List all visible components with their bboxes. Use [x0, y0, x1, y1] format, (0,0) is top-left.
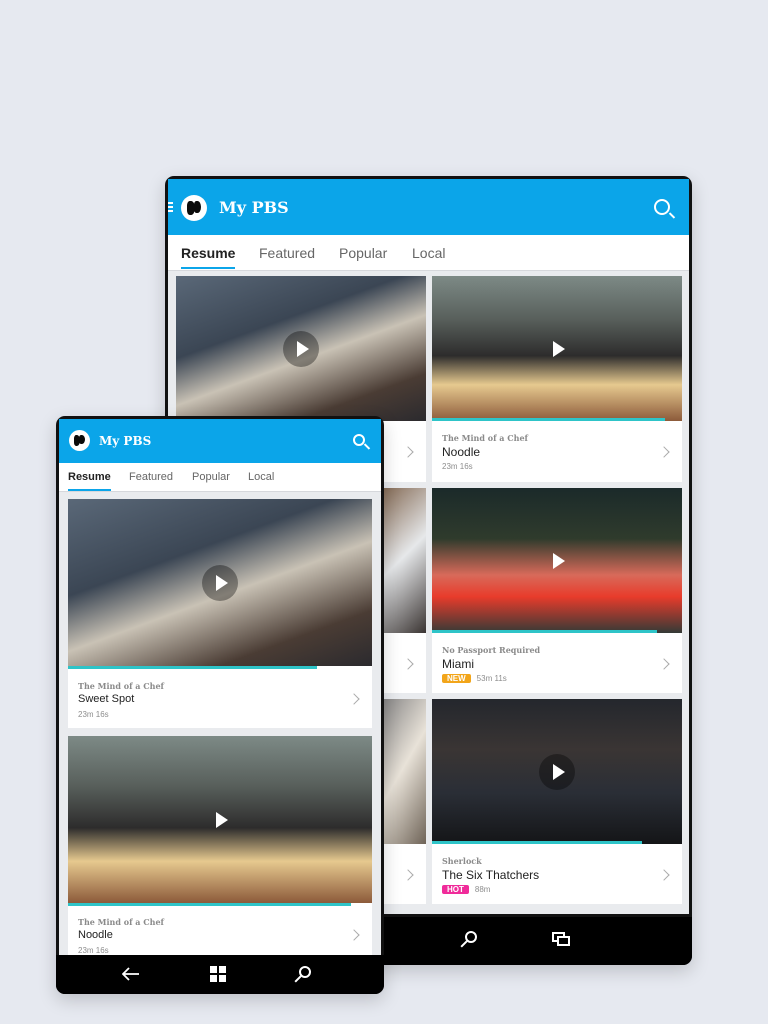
play-icon [216, 574, 228, 591]
chevron-right-icon [658, 446, 670, 458]
video-thumbnail [68, 499, 372, 666]
video-card[interactable]: The Mind of a Chef Noodle 23m 16s [432, 276, 682, 482]
search-icon[interactable] [654, 199, 670, 215]
show-name: The Mind of a Chef [442, 433, 528, 443]
episode-duration: 53m 11s [476, 674, 507, 683]
episode-duration: 88m [474, 885, 491, 894]
windows-start-icon[interactable] [210, 966, 226, 982]
app-header: My PBS [168, 179, 689, 235]
show-name: No Passport Required [442, 645, 541, 655]
episode-meta: HOT 88m [442, 885, 490, 894]
tab-bar: Resume Featured Popular Local [168, 235, 689, 271]
tab-bar: Resume Featured Popular Local [59, 463, 381, 492]
video-card[interactable]: Sherlock The Six Thatchers HOT 88m [432, 699, 682, 904]
app-title: My PBS [219, 198, 289, 217]
video-card[interactable]: The Mind of a Chef Noodle 23m 16s [68, 736, 372, 955]
show-name: The Mind of a Chef [78, 917, 164, 927]
app-title: My PBS [99, 434, 152, 448]
tab-popular[interactable]: Popular [339, 245, 387, 261]
episode-duration: 23m 16s [78, 946, 109, 955]
play-button[interactable] [202, 564, 238, 601]
watch-progress-bar [68, 903, 351, 906]
video-thumbnail [432, 699, 682, 844]
task-view-icon[interactable] [552, 932, 570, 946]
search-icon[interactable] [465, 931, 477, 943]
play-icon[interactable] [216, 811, 228, 828]
episode-duration: 23m 16s [442, 462, 473, 471]
tab-featured[interactable]: Featured [259, 245, 315, 261]
episode-title: The Six Thatchers [442, 868, 540, 882]
search-icon[interactable] [353, 434, 365, 446]
video-thumbnail [432, 276, 682, 421]
play-icon [297, 340, 309, 357]
chevron-right-icon [402, 869, 414, 881]
episode-title: Noodle [442, 445, 481, 459]
pbs-logo-icon [69, 430, 90, 451]
episode-title: Noodle [78, 929, 113, 941]
chevron-right-icon [402, 446, 414, 458]
hot-badge: HOT [442, 885, 469, 894]
chevron-right-icon [402, 658, 414, 670]
phone-screen: My PBS Resume Featured Popular Local The… [59, 419, 381, 955]
search-icon[interactable] [299, 966, 311, 978]
tab-local[interactable]: Local [412, 245, 445, 261]
watch-progress-bar [432, 418, 665, 421]
episode-duration: 23m 16s [78, 710, 109, 719]
show-name: The Mind of a Chef [78, 681, 164, 691]
tab-local[interactable]: Local [248, 471, 274, 483]
chevron-right-icon [348, 929, 360, 941]
tab-resume[interactable]: Resume [68, 471, 111, 491]
video-card[interactable]: The Mind of a Chef Sweet Spot 23m 16s [68, 499, 372, 728]
system-nav-bar [56, 955, 384, 994]
chevron-right-icon [348, 693, 360, 705]
episode-meta: NEW 53m 11s [442, 674, 507, 683]
video-card[interactable]: No Passport Required Miami NEW 53m 11s [432, 488, 682, 693]
episode-title: Sweet Spot [78, 693, 135, 705]
play-icon[interactable] [553, 552, 565, 569]
episode-title: Miami [442, 657, 474, 671]
play-icon [553, 763, 565, 780]
tab-resume[interactable]: Resume [181, 245, 236, 269]
watch-progress-bar [432, 841, 642, 844]
app-header: My PBS [59, 419, 381, 463]
watch-progress-bar [68, 666, 318, 669]
chevron-right-icon [658, 869, 670, 881]
phone-device: My PBS Resume Featured Popular Local The… [56, 416, 384, 994]
show-name: Sherlock [442, 856, 482, 866]
play-button[interactable] [283, 330, 319, 367]
video-thumbnail [176, 276, 426, 421]
tab-popular[interactable]: Popular [192, 471, 230, 483]
pbs-logo-icon [181, 195, 207, 221]
tab-featured[interactable]: Featured [129, 471, 173, 483]
video-thumbnail [432, 488, 682, 633]
video-thumbnail [68, 736, 372, 903]
back-arrow-icon[interactable] [122, 967, 140, 981]
play-button[interactable] [539, 753, 575, 790]
chevron-right-icon [658, 658, 670, 670]
watch-progress-bar [432, 630, 657, 633]
hamburger-icon[interactable] [168, 202, 173, 214]
play-icon[interactable] [553, 340, 565, 357]
new-badge: NEW [442, 674, 471, 683]
